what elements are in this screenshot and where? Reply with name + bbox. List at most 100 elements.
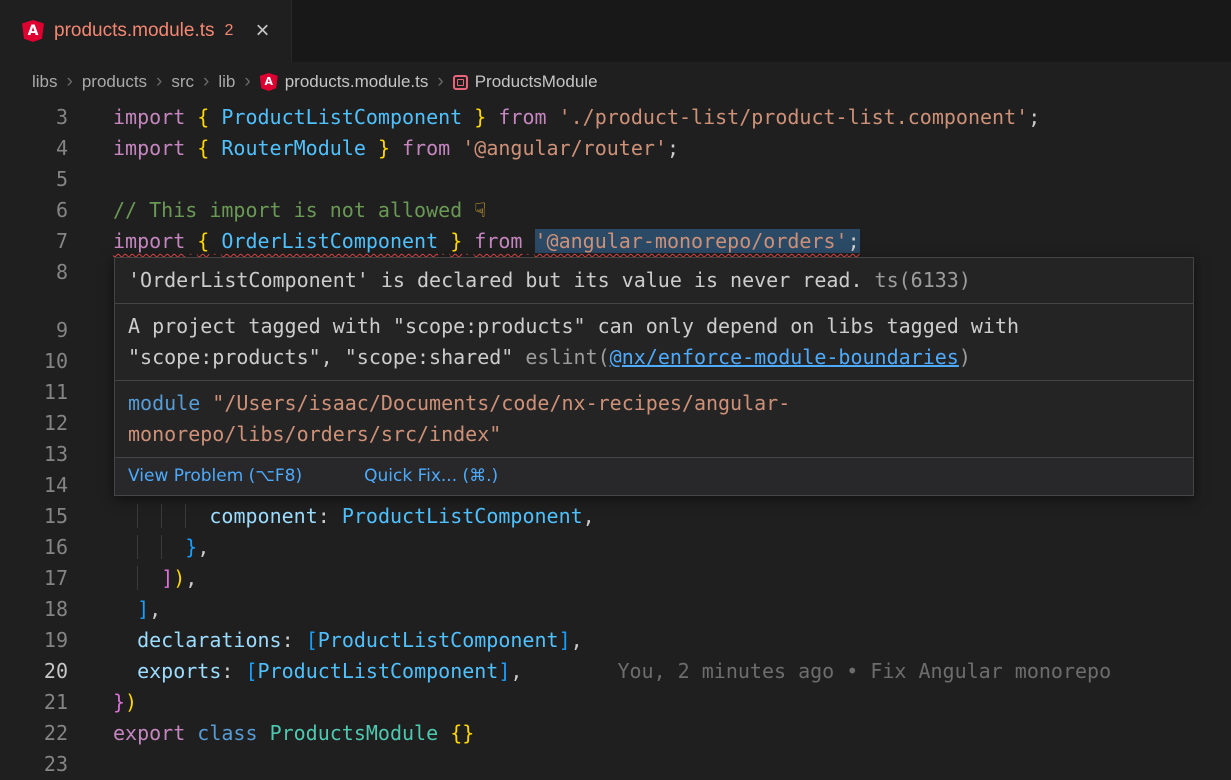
code-token bbox=[137, 504, 161, 528]
code-token: "scope:products", "scope:shared" bbox=[128, 345, 525, 369]
code-token: { bbox=[197, 136, 209, 160]
line-number: 3 bbox=[0, 102, 68, 133]
hover-line: module "/Users/isaac/Documents/code/nx-r… bbox=[128, 388, 1180, 419]
breadcrumb-item-libs[interactable]: libs bbox=[32, 72, 58, 92]
code-line-content: // This import is not allowed ☟ bbox=[113, 195, 486, 226]
code-token bbox=[185, 105, 197, 129]
code-line: 5 bbox=[0, 164, 1231, 195]
code-token bbox=[462, 229, 474, 253]
code-line-content: import { ProductListComponent } from './… bbox=[113, 102, 1040, 133]
line-number: 14 bbox=[0, 470, 68, 501]
module-symbol-icon bbox=[453, 75, 468, 90]
diagnostic-rule-link[interactable]: @nx/enforce-module-boundaries bbox=[610, 345, 959, 369]
code-token bbox=[137, 566, 161, 590]
line-number: 18 bbox=[0, 594, 68, 625]
code-line-content: }, bbox=[113, 532, 209, 563]
code-token bbox=[390, 136, 402, 160]
code-token: ] bbox=[161, 566, 173, 590]
hover-line: monorepo/libs/orders/src/index" bbox=[128, 419, 1180, 450]
line-number: 13 bbox=[0, 439, 68, 470]
code-line: 15 component: ProductListComponent, bbox=[0, 501, 1231, 532]
code-line: 6 // This import is not allowed ☟ bbox=[0, 195, 1231, 226]
code-editor[interactable]: 3 import { ProductListComponent } from '.… bbox=[0, 102, 1231, 780]
tab-products-module-ts[interactable]: A products.module.ts 2 × bbox=[0, 0, 292, 62]
code-line-content: exports: [ProductListComponent],You, 2 m… bbox=[113, 656, 1111, 687]
code-token bbox=[462, 105, 474, 129]
code-token bbox=[209, 136, 221, 160]
code-line: 21}) bbox=[0, 687, 1231, 718]
code-token bbox=[113, 504, 137, 528]
code-token bbox=[486, 105, 498, 129]
code-token: ProductsModule bbox=[270, 721, 439, 745]
breadcrumb-item-file[interactable]: Aproducts.module.ts bbox=[260, 72, 429, 92]
tab-bar: A products.module.ts 2 × bbox=[0, 0, 1231, 62]
code-token bbox=[366, 136, 378, 160]
code-token: { bbox=[197, 229, 209, 253]
code-token bbox=[185, 136, 197, 160]
code-token: from bbox=[498, 105, 546, 129]
code-token bbox=[438, 721, 450, 745]
code-token: , bbox=[583, 504, 595, 528]
hover-line: "scope:products", "scope:shared" eslint(… bbox=[128, 342, 1180, 373]
code-token: module bbox=[128, 391, 212, 415]
breadcrumb: libs›products›src›lib›Aproducts.module.t… bbox=[0, 62, 1231, 102]
hover-actions: View Problem (⌥F8) Quick Fix... (⌘.) bbox=[115, 458, 1193, 495]
code-token: , bbox=[185, 566, 197, 590]
hover-line: 'OrderListComponent' is declared but its… bbox=[128, 265, 1180, 296]
code-token: import bbox=[113, 136, 185, 160]
code-token: } bbox=[450, 229, 462, 253]
code-line: 18 ], bbox=[0, 594, 1231, 625]
breadcrumb-item-symbol[interactable]: ProductsModule bbox=[453, 72, 598, 92]
breadcrumb-item-src[interactable]: src bbox=[171, 72, 194, 92]
line-number: 23 bbox=[0, 749, 68, 780]
line-number: 11 bbox=[0, 377, 68, 408]
breadcrumb-item-lib[interactable]: lib bbox=[218, 72, 235, 92]
breadcrumb-item-products[interactable]: products bbox=[82, 72, 147, 92]
code-line-content: declarations: [ProductListComponent], bbox=[113, 625, 583, 656]
code-token bbox=[113, 659, 137, 683]
breadcrumb-separator-icon: › bbox=[67, 71, 73, 93]
tab-close-icon[interactable]: × bbox=[255, 19, 269, 43]
code-token: , bbox=[197, 535, 209, 559]
code-token: ts(6133) bbox=[875, 268, 971, 292]
code-token: import bbox=[113, 105, 185, 129]
code-token: , bbox=[149, 597, 161, 621]
code-line: 20 exports: [ProductListComponent],You, … bbox=[0, 656, 1231, 687]
code-token: "/Users/isaac/Documents/code/nx-recipes/… bbox=[212, 391, 790, 415]
code-token: 'OrderListComponent' is declared but its… bbox=[128, 268, 875, 292]
line-number: 7 bbox=[0, 226, 68, 257]
angular-icon: A bbox=[22, 20, 44, 42]
code-line-content: ], bbox=[113, 594, 161, 625]
hover-action-quick-fix[interactable]: Quick Fix... (⌘.) bbox=[364, 461, 498, 492]
code-token: ProductListComponent bbox=[342, 504, 583, 528]
code-token: import bbox=[113, 229, 185, 253]
code-token: , bbox=[571, 628, 583, 652]
code-line: 16 }, bbox=[0, 532, 1231, 563]
code-line: 3 import { ProductListComponent } from '.… bbox=[0, 102, 1231, 133]
code-token: './product-list/product-list.component' bbox=[559, 105, 1029, 129]
code-token: ) bbox=[959, 345, 971, 369]
code-token: } bbox=[185, 535, 197, 559]
code-line-content: import { OrderListComponent } from '@ang… bbox=[113, 226, 860, 257]
code-token: monorepo/libs/orders/src/index" bbox=[128, 422, 501, 446]
hover-line: A project tagged with "scope:products" c… bbox=[128, 311, 1180, 342]
line-number: 16 bbox=[0, 532, 68, 563]
code-line: 17 ]), bbox=[0, 563, 1231, 594]
code-token bbox=[137, 535, 161, 559]
code-token bbox=[113, 597, 137, 621]
git-blame-annotation: You, 2 minutes ago • Fix Angular monorep… bbox=[617, 659, 1111, 683]
code-token bbox=[522, 229, 534, 253]
code-token: OrderListComponent bbox=[221, 229, 438, 253]
code-token: ProductListComponent bbox=[318, 628, 559, 652]
line-number: 4 bbox=[0, 133, 68, 164]
code-token: ) bbox=[125, 690, 137, 714]
code-token: } bbox=[113, 690, 125, 714]
hover-section-module-info: module "/Users/isaac/Documents/code/nx-r… bbox=[115, 381, 1193, 458]
breadcrumb-separator-icon: › bbox=[203, 71, 209, 93]
hover-action-view-problem[interactable]: View Problem (⌥F8) bbox=[128, 461, 302, 492]
line-number: 6 bbox=[0, 195, 68, 226]
code-token: { bbox=[197, 105, 209, 129]
code-line: 19 declarations: [ProductListComponent], bbox=[0, 625, 1231, 656]
hover-section-eslint-diagnostic: A project tagged with "scope:products" c… bbox=[115, 304, 1193, 381]
code-token bbox=[209, 229, 221, 253]
